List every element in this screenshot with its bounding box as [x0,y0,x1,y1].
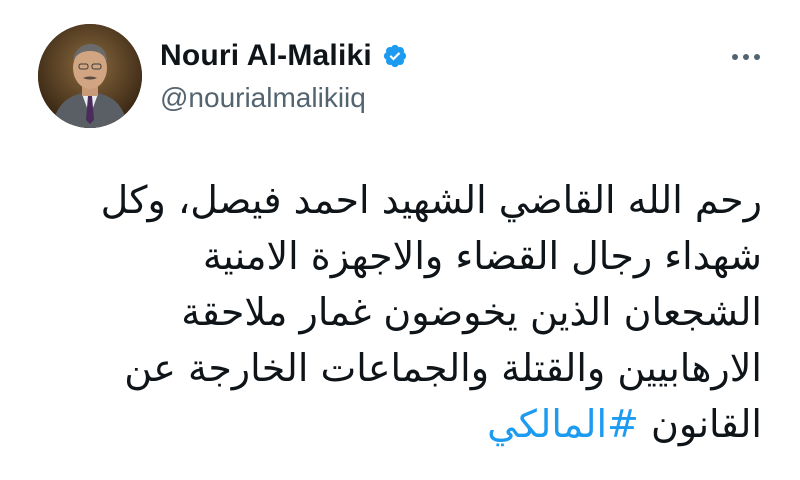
more-dot [732,54,738,60]
avatar[interactable] [38,24,142,128]
handle[interactable]: @nourialmalikiiq [160,82,408,114]
tweet-line: شهداء رجال القضاء والاجهزة الامنية [202,234,762,278]
display-name[interactable]: Nouri Al-Maliki [160,39,372,73]
verified-badge-icon [382,43,408,69]
tweet-text: رحم الله القاضي الشهيد احمد فيصل، وكل شه… [62,172,762,452]
tweet-last-line: القانون #المالكي [62,396,762,452]
name-row: Nouri Al-Maliki [160,36,408,76]
more-dot [743,54,749,60]
tweet-line: الارهابيين والقتلة والجماعات الخارجة عن [124,346,762,390]
hashtag-link[interactable]: #المالكي [487,402,639,446]
more-dot [754,54,760,60]
tweet-last-line-text: القانون [650,402,762,446]
tweet-line: الشجعان الذين يخوضون غمار ملاحقة [181,290,762,334]
tweet-line: رحم الله القاضي الشهيد احمد فيصل، وكل [100,178,762,222]
tweet-card[interactable]: Nouri Al-Maliki @nourialmalikiiq رحم الل… [0,0,800,480]
more-options-icon[interactable] [732,50,760,64]
author-block: Nouri Al-Maliki @nourialmalikiiq [160,36,408,114]
